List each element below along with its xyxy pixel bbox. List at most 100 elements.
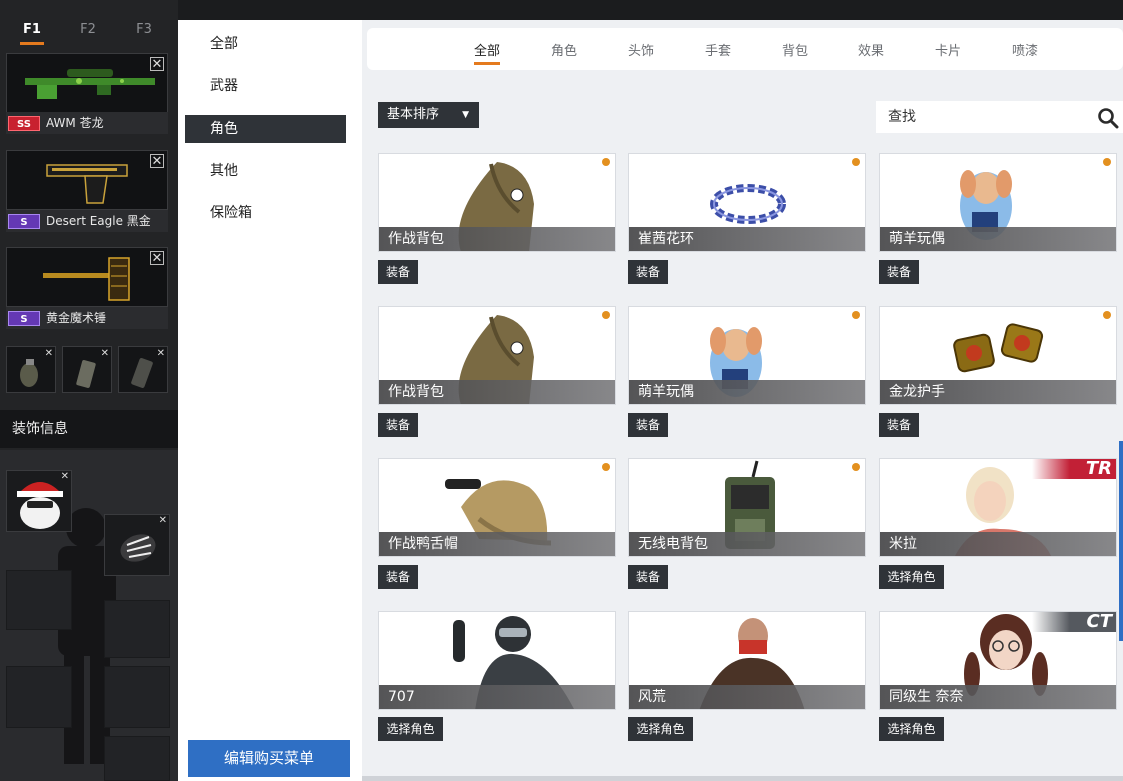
scrollbar[interactable] [1119,441,1123,641]
type-tab-cards[interactable]: 卡片 [935,40,961,59]
sort-label: 基本排序 [387,107,440,122]
item-name: 无线电背包 [629,532,865,556]
item-name: 作战背包 [379,380,615,404]
rank-badge: S [8,214,40,229]
equip-button[interactable]: 装备 [378,413,418,437]
weapon-name: AWM 苍龙 [46,116,104,130]
equip-button[interactable]: 装备 [879,413,919,437]
search-icon[interactable] [1097,107,1119,129]
select-character-button[interactable]: 选择角色 [378,717,443,741]
team-tr-badge: TR [1032,459,1116,479]
new-item-indicator [852,463,860,471]
decoration-slot[interactable] [104,600,170,658]
decoration-info-header: 装饰信息 [0,410,178,448]
item-card[interactable]: 萌羊玩偶 [879,153,1117,252]
item-card[interactable]: 萌羊玩偶 [628,306,866,405]
caret-down-icon: ▼ [462,110,469,120]
category-characters[interactable]: 角色 [185,115,346,143]
top-strip [178,0,1123,20]
grenade-slot-2[interactable]: ✕ [62,346,112,393]
decoration-slot[interactable] [6,570,72,630]
equip-button[interactable]: 装备 [378,565,418,589]
remove-weapon-icon[interactable]: ✕ [150,57,164,71]
edit-buy-menu-button[interactable]: 编辑购买菜单 [188,740,350,777]
item-card[interactable]: 作战背包 [378,153,616,252]
item-card[interactable]: 707 [378,611,616,710]
select-character-button[interactable]: 选择角色 [628,717,693,741]
search-box [876,101,1123,133]
new-item-indicator [852,311,860,319]
loadout-tab-f2[interactable]: F2 [68,22,108,37]
sort-dropdown[interactable]: 基本排序 ▼ [378,102,479,128]
equip-button[interactable]: 装备 [628,565,668,589]
type-tab-character[interactable]: 角色 [551,40,577,59]
item-name: 金龙护手 [880,380,1116,404]
content-bottom-edge [362,776,1123,781]
new-item-indicator [852,158,860,166]
grenade-slot-1[interactable]: ✕ [6,346,56,393]
golden-hammer-image [43,257,130,301]
weapon-slot-melee[interactable]: ✕ [6,247,168,307]
type-tab-effects[interactable]: 效果 [858,40,884,59]
loadout-tab-f3[interactable]: F3 [124,22,164,37]
loadout-panel: F1 F2 F3 ✕ SS AWM 苍龙 ✕ S Desert Eagle 黑金 [0,0,178,781]
item-card[interactable]: 作战背包 [378,306,616,405]
decoration-slot[interactable] [6,666,72,728]
item-type-tabs: 全部 角色 头饰 手套 背包 效果 卡片 喷漆 [367,28,1123,70]
new-item-indicator [1103,158,1111,166]
santa-beard-decoration[interactable]: ✕ [6,470,72,532]
new-item-indicator [602,158,610,166]
type-tab-backpack[interactable]: 背包 [782,40,808,59]
weapon-slot-secondary[interactable]: ✕ [6,150,168,210]
item-card[interactable]: 风荒 [628,611,866,710]
rank-badge: SS [8,116,40,131]
category-other[interactable]: 其他 [185,157,346,185]
type-tab-gloves[interactable]: 手套 [705,40,731,59]
weapon-name: 黄金魔术锤 [46,311,107,325]
item-card[interactable]: CT 同级生 奈奈 [879,611,1117,710]
remove-decoration-icon[interactable]: ✕ [61,471,69,482]
select-character-button[interactable]: 选择角色 [879,717,944,741]
rank-badge: S [8,311,40,326]
decoration-slot[interactable] [104,736,170,781]
grenade-slot-3[interactable]: ✕ [118,346,168,393]
item-name: 米拉 [880,532,1116,556]
weapon-label-secondary: S Desert Eagle 黑金 [6,210,168,232]
new-item-indicator [602,311,610,319]
search-input[interactable] [888,106,1088,128]
category-all[interactable]: 全部 [185,30,346,58]
remove-grenade-icon[interactable]: ✕ [45,348,53,359]
remove-weapon-icon[interactable]: ✕ [150,251,164,265]
item-name: 萌羊玩偶 [629,380,865,404]
item-card[interactable]: 无线电背包 [628,458,866,557]
select-character-button[interactable]: 选择角色 [879,565,944,589]
equip-button[interactable]: 装备 [378,260,418,284]
category-weapons[interactable]: 武器 [185,72,346,100]
awm-rifle-image [25,69,155,99]
item-name: 作战鸭舌帽 [379,532,615,556]
remove-grenade-icon[interactable]: ✕ [101,348,109,359]
item-card[interactable]: 崔茜花环 [628,153,866,252]
equip-button[interactable]: 装备 [628,260,668,284]
new-item-indicator [1103,311,1111,319]
decoration-slot[interactable] [104,666,170,728]
inventory-content: 全部 角色 头饰 手套 背包 效果 卡片 喷漆 基本排序 ▼ 作战背包 装备 [362,20,1123,781]
type-tab-headwear[interactable]: 头饰 [628,40,654,59]
item-card[interactable]: 金龙护手 [879,306,1117,405]
skeleton-glove-decoration[interactable]: ✕ [104,514,170,576]
type-tab-all[interactable]: 全部 [474,40,501,65]
new-item-indicator [602,463,610,471]
category-safe[interactable]: 保险箱 [185,199,346,227]
remove-decoration-icon[interactable]: ✕ [159,515,167,526]
remove-weapon-icon[interactable]: ✕ [150,154,164,168]
equip-button[interactable]: 装备 [879,260,919,284]
remove-grenade-icon[interactable]: ✕ [157,348,165,359]
loadout-tab-f1[interactable]: F1 [12,22,52,45]
item-card[interactable]: TR 米拉 [879,458,1117,557]
weapon-slot-primary[interactable]: ✕ [6,53,168,113]
type-tab-spray[interactable]: 喷漆 [1012,40,1038,59]
desert-eagle-image [46,164,128,204]
item-card[interactable]: 作战鸭舌帽 [378,458,616,557]
equip-button[interactable]: 装备 [628,413,668,437]
item-name: 同级生 奈奈 [880,685,1116,709]
